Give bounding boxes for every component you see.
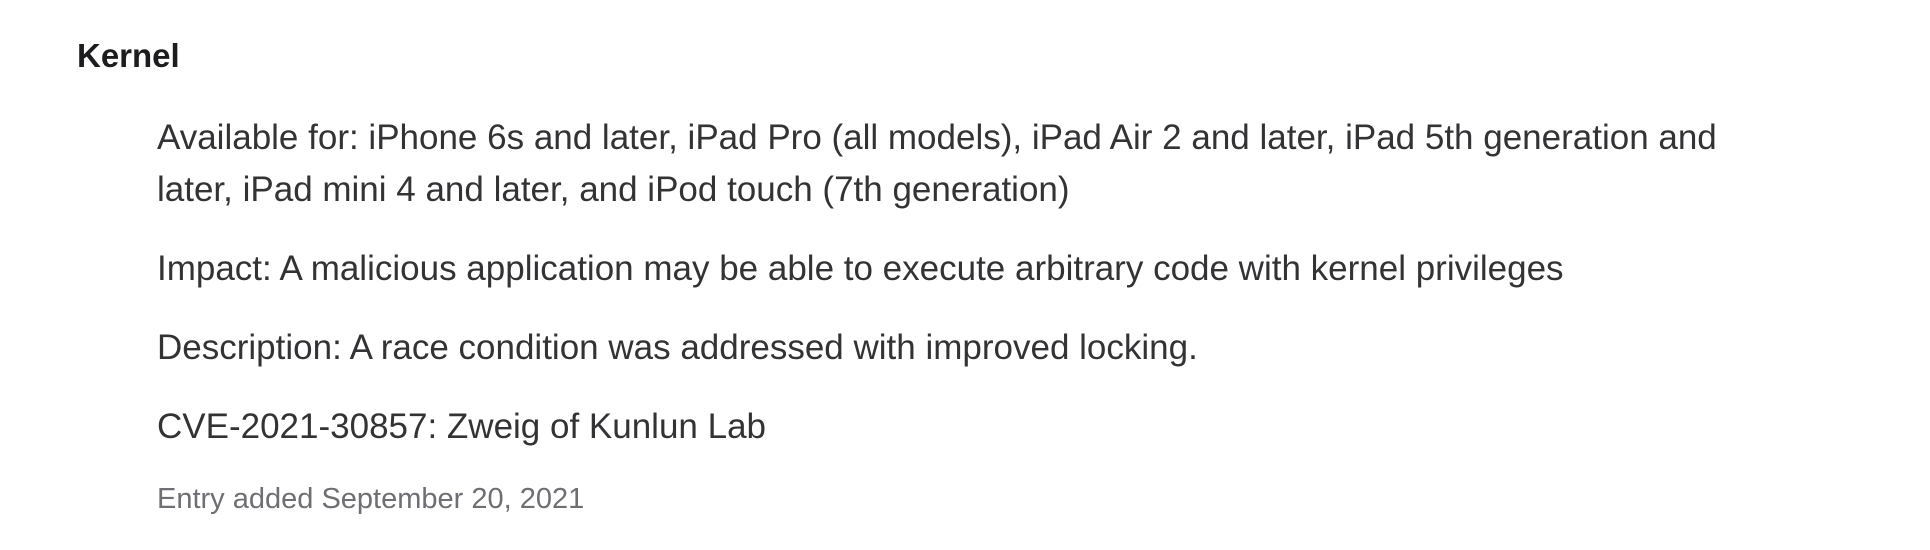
section-title: Kernel (77, 37, 180, 74)
impact-text: Impact: A malicious application may be a… (157, 249, 1564, 288)
entry-added-note: Entry added September 20, 2021 (157, 483, 585, 515)
available-for-text: Available for: iPhone 6s and later, iPad… (157, 118, 1717, 209)
security-content-section: Kernel Available for: iPhone 6s and late… (0, 0, 1930, 550)
description-text: Description: A race condition was addres… (157, 328, 1198, 367)
cve-credit-text: CVE-2021-30857: Zweig of Kunlun Lab (157, 407, 767, 446)
security-entry: Available for: iPhone 6s and later, iPad… (157, 112, 1717, 545)
